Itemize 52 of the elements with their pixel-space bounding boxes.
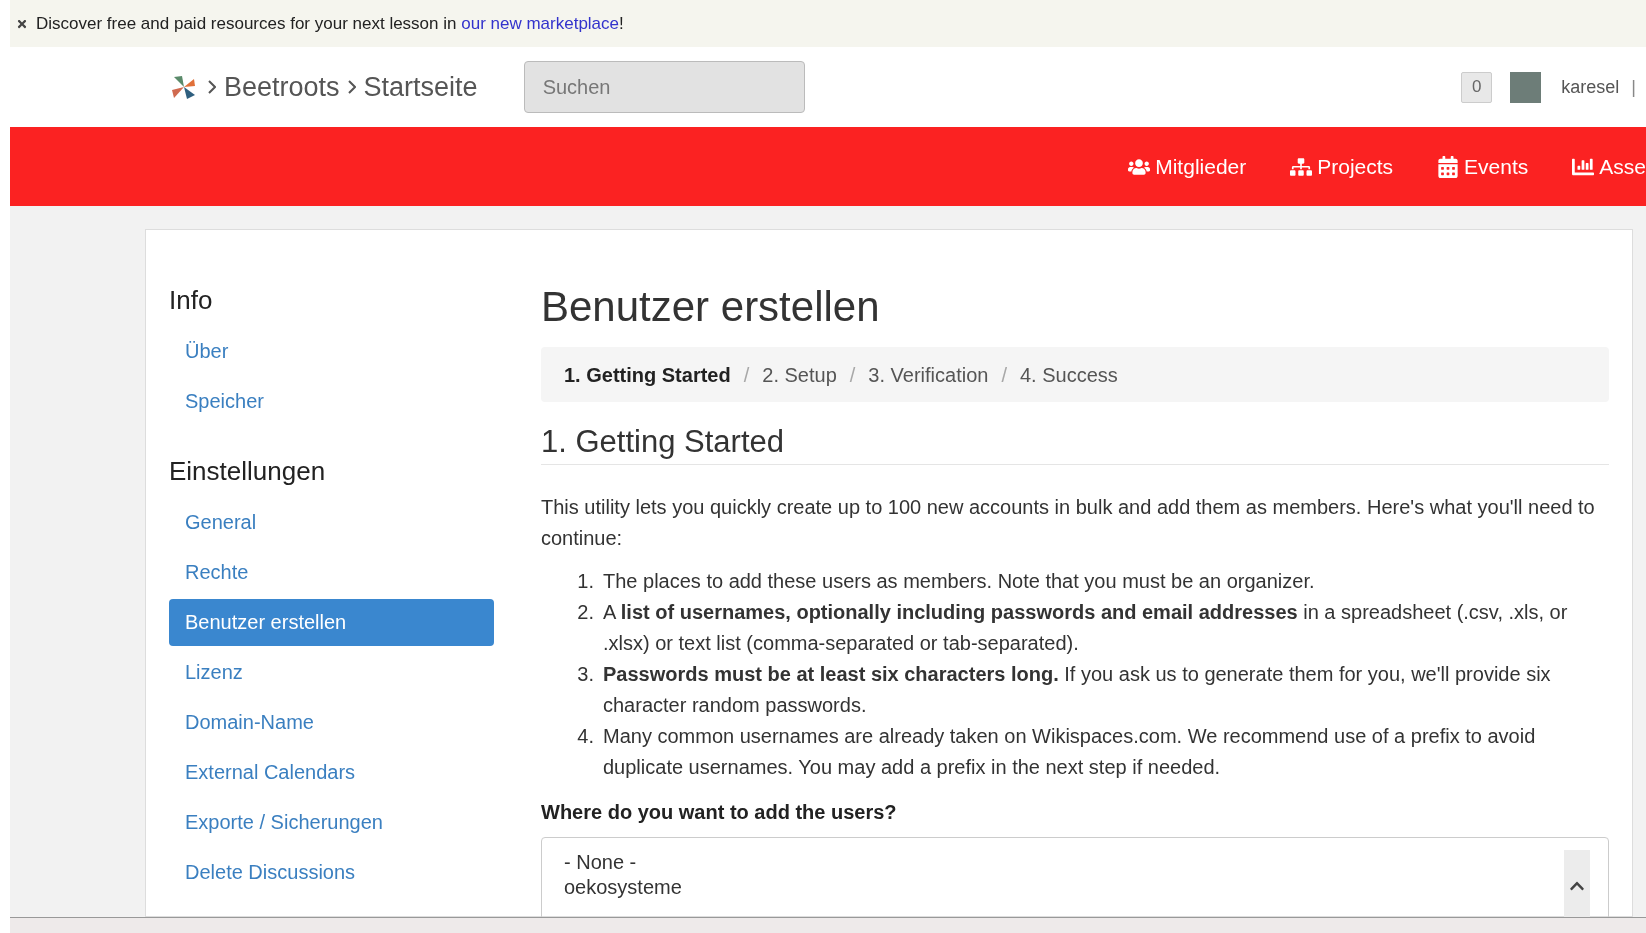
nav-link[interactable]: Mitglieder bbox=[1128, 150, 1247, 183]
list-number: 1. bbox=[576, 569, 595, 594]
step-label: 3. Verification bbox=[868, 362, 989, 388]
search-field[interactable]: Suchen bbox=[523, 61, 805, 113]
intro-paragraph: This utility lets you quickly create up to 100 new accounts in bulk and add them as members. Here's what you'll need to continue: bbox=[541, 495, 1596, 551]
scrollbar[interactable] bbox=[1564, 850, 1590, 917]
list-number: 4. bbox=[576, 724, 595, 749]
sidebar-item[interactable]: External Calendars bbox=[169, 749, 494, 796]
sidebar-item[interactable]: Domain-Name bbox=[169, 699, 494, 746]
nav-link[interactable]: Events bbox=[1437, 150, 1529, 183]
step-separator: / bbox=[1001, 362, 1007, 388]
sidebar-item[interactable]: Lizenz bbox=[169, 649, 494, 696]
list-item-text: The places to add these users as members. Note that you must be an organizer. bbox=[603, 569, 1315, 594]
nav-link[interactable]: Projects bbox=[1290, 150, 1394, 183]
marketplace-link[interactable]: our new marketplace bbox=[461, 13, 620, 33]
list-number: 2. bbox=[576, 600, 595, 625]
sidebar-item[interactable]: Delete Discussions bbox=[169, 849, 494, 896]
breadcrumb-link[interactable]: Beetroots bbox=[224, 66, 340, 108]
sitemap-icon bbox=[1290, 155, 1313, 178]
separator-text: | bbox=[1631, 75, 1636, 99]
list-number: 3. bbox=[576, 662, 595, 687]
sidebar-item[interactable]: Rechte bbox=[169, 549, 494, 596]
sidebar-item[interactable]: Exporte / Sicherungen bbox=[169, 799, 494, 846]
chevron-icon bbox=[208, 80, 216, 94]
sidebar-item[interactable]: Speicher bbox=[169, 378, 494, 425]
step-separator: / bbox=[849, 362, 856, 388]
step-label: 4. Success bbox=[1020, 362, 1118, 388]
close-icon[interactable] bbox=[16, 17, 28, 30]
list-option[interactable]: - None - bbox=[564, 850, 1564, 875]
section-heading: 1. Getting Started bbox=[541, 422, 1609, 465]
chevron-icon bbox=[347, 80, 356, 94]
sidebar-heading: Info bbox=[169, 284, 214, 317]
step-label: 2. Setup bbox=[762, 362, 837, 388]
list-option[interactable]: oekosysteme bbox=[564, 875, 1564, 900]
nav-link[interactable]: Asse bbox=[1572, 150, 1646, 183]
avatar[interactable] bbox=[1510, 71, 1542, 103]
sidebar-item[interactable]: Über bbox=[169, 328, 494, 375]
banner-text: Discover free and paid resources for your next lesson in our new marketplace! bbox=[36, 12, 624, 35]
notification-count[interactable]: 0 bbox=[1461, 71, 1493, 103]
step-label: 1. Getting Started bbox=[564, 362, 731, 388]
step-separator: / bbox=[743, 362, 750, 388]
list-item-text: A list of usernames, optionally including passwords and email addresses in a spreadsheet (.csv, .xls, or .xlsx) or text list (comma-separated or tab-separated). bbox=[603, 600, 1569, 656]
list-item-text: Passwords must be at least six characters long. If you ask us to generate them for you, we'll provide six character random passwords. bbox=[603, 662, 1552, 718]
list-item-text: Many common usernames are already taken on Wikispaces.com. We recommend use of a prefix to avoid duplicate usernames. You may add a prefix in the next step if needed. bbox=[603, 724, 1537, 780]
username[interactable]: karesel bbox=[1561, 73, 1620, 101]
sidebar-item[interactable]: Benutzer erstellen bbox=[169, 599, 494, 646]
page-title: Benutzer erstellen bbox=[541, 282, 881, 332]
question-label: Where do you want to add the users? bbox=[541, 800, 898, 825]
breadcrumb-link[interactable]: Startseite bbox=[363, 66, 478, 108]
sidebar-heading: Einstellungen bbox=[169, 455, 327, 488]
sidebar-item[interactable]: General bbox=[169, 499, 494, 546]
calendar-icon bbox=[1437, 155, 1460, 178]
